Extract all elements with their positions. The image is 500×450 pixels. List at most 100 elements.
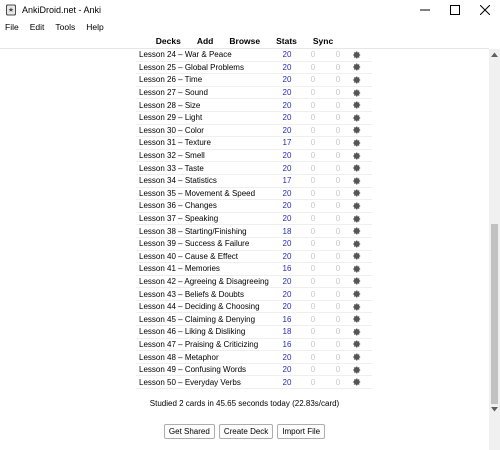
deck-new-count: 20	[282, 62, 292, 72]
deck-name-link[interactable]: Lesson 47 – Praising & Criticizing	[136, 340, 274, 349]
menu-file[interactable]: File	[0, 22, 25, 32]
deck-new-count: 20	[282, 251, 292, 261]
deck-name-link[interactable]: Lesson 41 – Memories	[136, 264, 274, 273]
deck-due-count: 0	[335, 100, 341, 110]
deck-new-count: 20	[282, 302, 292, 312]
deck-name-link[interactable]: Lesson 24 – War & Peace	[136, 50, 274, 59]
deck-name-link[interactable]: Lesson 26 – Time	[136, 75, 274, 84]
deck-options-gear-icon[interactable]	[350, 265, 364, 273]
deck-options-gear-icon[interactable]	[350, 51, 364, 59]
deck-name-link[interactable]: Lesson 44 – Deciding & Choosing	[136, 302, 274, 311]
deck-learn-count: 0	[310, 176, 316, 186]
create-deck-button[interactable]: Create Deck	[218, 424, 274, 439]
deck-name-link[interactable]: Lesson 39 – Success & Failure	[136, 239, 274, 248]
title-bar: AnkiDroid.net - Anki	[0, 0, 500, 20]
deck-options-gear-icon[interactable]	[350, 227, 364, 235]
deck-learn-count: 0	[310, 289, 316, 299]
deck-due-count: 0	[335, 62, 341, 72]
deck-name-link[interactable]: Lesson 36 – Changes	[136, 201, 274, 210]
import-file-button[interactable]: Import File	[277, 424, 326, 439]
deck-options-gear-icon[interactable]	[350, 378, 364, 386]
deck-due-count: 0	[335, 201, 341, 211]
deck-new-count: 17	[282, 176, 292, 186]
deck-options-gear-icon[interactable]	[350, 164, 364, 172]
deck-row: Lesson 50 – Everyday Verbs 20 0 0	[136, 376, 372, 390]
deck-options-gear-icon[interactable]	[350, 353, 364, 361]
deck-name-link[interactable]: Lesson 38 – Starting/Finishing	[136, 227, 274, 236]
vertical-scrollbar[interactable]	[489, 49, 500, 450]
deck-options-gear-icon[interactable]	[350, 214, 364, 223]
deck-new-count: 20	[282, 163, 292, 173]
deck-learn-count: 0	[310, 163, 316, 173]
deck-name-link[interactable]: Lesson 34 – Statistics	[136, 176, 274, 185]
deck-options-gear-icon[interactable]	[350, 63, 364, 71]
deck-name-link[interactable]: Lesson 37 – Speaking	[136, 214, 274, 223]
deck-options-gear-icon[interactable]	[350, 139, 364, 147]
deck-name-link[interactable]: Lesson 50 – Everyday Verbs	[136, 378, 274, 387]
deck-learn-count: 0	[310, 251, 316, 261]
deck-row: Lesson 42 – Agreeing & Disagreeing 20 0 0	[136, 276, 372, 289]
deck-row: Lesson 44 – Deciding & Choosing 20 0 0	[136, 301, 372, 314]
deck-options-gear-icon[interactable]	[350, 340, 364, 348]
deck-options-gear-icon[interactable]	[350, 290, 364, 298]
deck-row: Lesson 25 – Global Problems 20 0 0	[136, 62, 372, 75]
deck-options-gear-icon[interactable]	[350, 366, 364, 374]
deck-name-link[interactable]: Lesson 28 – Size	[136, 101, 274, 110]
deck-row: Lesson 45 – Claiming & Denying 16 0 0	[136, 313, 372, 327]
scroll-up-button[interactable]	[489, 49, 500, 59]
deck-options-gear-icon[interactable]	[350, 202, 364, 210]
deck-options-gear-icon[interactable]	[350, 89, 364, 97]
menu-edit[interactable]: Edit	[25, 22, 51, 32]
scroll-down-button[interactable]	[489, 404, 500, 414]
deck-new-count: 20	[282, 113, 292, 123]
deck-name-link[interactable]: Lesson 43 – Beliefs & Doubts	[136, 290, 274, 299]
get-shared-button[interactable]: Get Shared	[163, 424, 215, 439]
deck-name-link[interactable]: Lesson 40 – Cause & Effect	[136, 252, 274, 261]
deck-name-link[interactable]: Lesson 25 – Global Problems	[136, 63, 274, 72]
deck-name-link[interactable]: Lesson 29 – Light	[136, 113, 274, 122]
deck-due-count: 0	[335, 365, 341, 375]
deck-name-link[interactable]: Lesson 46 – Liking & Disliking	[136, 327, 274, 336]
deck-learn-count: 0	[310, 125, 316, 135]
deck-name-link[interactable]: Lesson 42 – Agreeing & Disagreeing	[136, 277, 274, 286]
deck-name-link[interactable]: Lesson 48 – Metaphor	[136, 353, 274, 362]
deck-due-count: 0	[335, 113, 341, 123]
menu-tools[interactable]: Tools	[50, 22, 81, 32]
deck-row: Lesson 31 – Texture 17 0 0	[136, 137, 372, 150]
deck-learn-count: 0	[310, 352, 316, 362]
deck-learn-count: 0	[310, 188, 316, 198]
deck-due-count: 0	[335, 176, 341, 186]
deck-options-gear-icon[interactable]	[350, 126, 364, 134]
deck-options-gear-icon[interactable]	[350, 328, 364, 336]
deck-name-link[interactable]: Lesson 45 – Claiming & Denying	[136, 315, 274, 324]
deck-options-gear-icon[interactable]	[350, 240, 364, 248]
deck-new-count: 20	[282, 276, 292, 286]
maximize-button[interactable]	[440, 0, 470, 20]
deck-learn-count: 0	[310, 264, 316, 274]
deck-name-link[interactable]: Lesson 31 – Texture	[136, 138, 274, 147]
scroll-thumb[interactable]	[491, 224, 498, 404]
deck-options-gear-icon[interactable]	[350, 114, 364, 122]
menu-help[interactable]: Help	[81, 22, 109, 32]
deck-name-link[interactable]: Lesson 30 – Color	[136, 126, 274, 135]
deck-row: Lesson 39 – Success & Failure 20 0 0	[136, 238, 372, 251]
deck-options-gear-icon[interactable]	[350, 315, 364, 323]
deck-options-gear-icon[interactable]	[350, 101, 364, 109]
deck-name-link[interactable]: Lesson 49 – Confusing Words	[136, 365, 274, 374]
deck-learn-count: 0	[310, 113, 316, 123]
close-button[interactable]	[470, 0, 500, 20]
deck-learn-count: 0	[310, 314, 316, 324]
deck-options-gear-icon[interactable]	[350, 277, 364, 285]
deck-options-gear-icon[interactable]	[350, 177, 364, 185]
deck-options-gear-icon[interactable]	[350, 303, 364, 311]
deck-options-gear-icon[interactable]	[350, 76, 364, 84]
deck-name-link[interactable]: Lesson 33 – Taste	[136, 164, 274, 173]
deck-options-gear-icon[interactable]	[350, 252, 364, 260]
deck-options-gear-icon[interactable]	[350, 151, 364, 160]
deck-name-link[interactable]: Lesson 35 – Movement & Speed	[136, 189, 274, 198]
deck-name-link[interactable]: Lesson 27 – Sound	[136, 88, 274, 97]
deck-row: Lesson 30 – Color 20 0 0	[136, 125, 372, 138]
deck-name-link[interactable]: Lesson 32 – Smell	[136, 151, 274, 160]
deck-options-gear-icon[interactable]	[350, 189, 364, 197]
minimize-button[interactable]	[410, 0, 440, 20]
